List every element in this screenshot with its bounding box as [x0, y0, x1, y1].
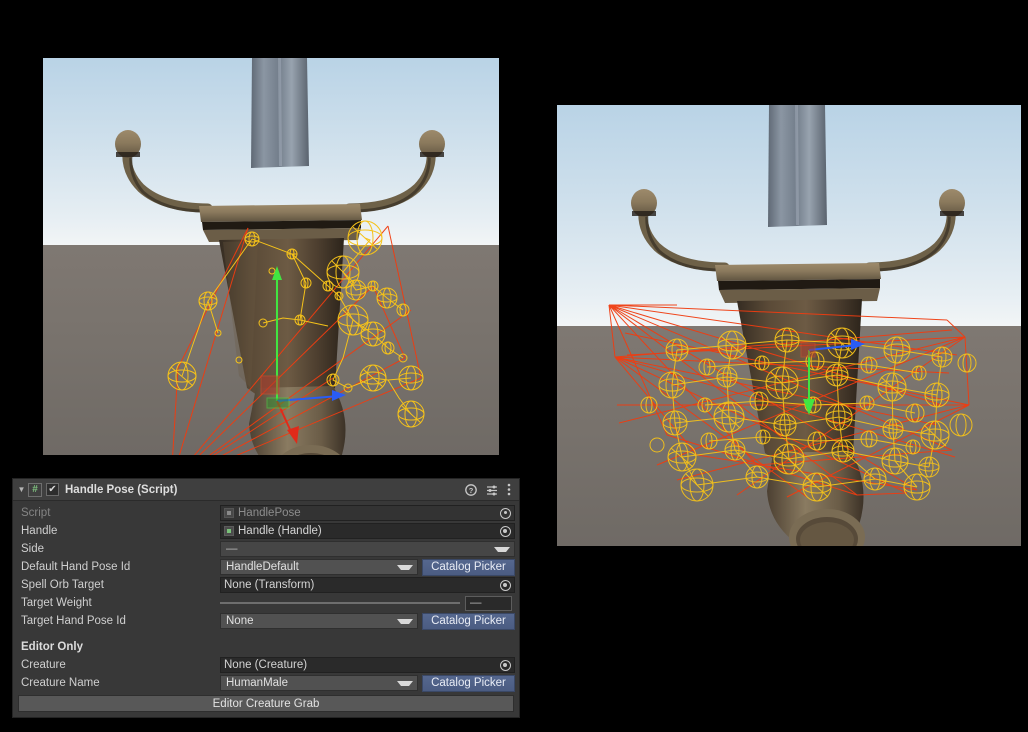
row-label: Handle [21, 525, 58, 537]
dropdown-creature-name[interactable]: HumanMale [220, 675, 418, 691]
row-label: Target Hand Pose Id [21, 615, 126, 627]
inspector-panel: ▼ # ✔ Handle Pose (Script) ? Script Hand… [12, 478, 520, 718]
field-row-target-hand-pose-id: Target Hand Pose Id None Catalog Picker [13, 612, 519, 630]
object-field-handle[interactable]: Handle (Handle) [220, 523, 515, 539]
scene-view-left[interactable] [43, 58, 499, 455]
section-header-editor-only: Editor Only [13, 638, 519, 656]
object-field-value: HandlePose [238, 507, 301, 519]
chevron-down-icon [397, 680, 413, 686]
row-label: Default Hand Pose Id [21, 561, 131, 573]
chevron-down-icon [397, 618, 413, 624]
row-label: Target Weight [21, 597, 92, 609]
catalog-picker-button-creature-name[interactable]: Catalog Picker [422, 674, 515, 692]
object-field-value: None (Transform) [224, 579, 315, 591]
component-title: Handle Pose (Script) [65, 483, 178, 496]
screenshot-root: ▼ # ✔ Handle Pose (Script) ? Script Hand… [0, 0, 1028, 732]
field-row-spell-orb-target: Spell Orb Target None (Transform) [13, 576, 519, 594]
row-label: Spell Orb Target [21, 579, 104, 591]
script-component-icon: # [28, 482, 42, 497]
dropdown-default-hand-pose-id[interactable]: HandleDefault [220, 559, 418, 575]
help-icon[interactable]: ? [465, 483, 477, 496]
field-row-creature-name: Creature Name HumanMale Catalog Picker [13, 674, 519, 692]
editor-creature-grab-button[interactable]: Editor Creature Grab [18, 695, 514, 712]
scene-left-geometry [115, 58, 445, 455]
scene-right-geometry [608, 105, 977, 546]
field-row-side: Side — [13, 540, 519, 558]
dropdown-value: HandleDefault [226, 561, 299, 573]
dropdown-value: HumanMale [226, 677, 288, 689]
field-row-default-hand-pose-id: Default Hand Pose Id HandleDefault Catal… [13, 558, 519, 576]
catalog-picker-button-target-hand-pose[interactable]: Catalog Picker [422, 612, 515, 630]
dropdown-target-hand-pose-id[interactable]: None [220, 613, 418, 629]
row-label: Side [21, 543, 45, 555]
object-field-value: None (Creature) [224, 659, 308, 671]
object-picker-icon[interactable] [500, 579, 511, 591]
object-picker-icon[interactable] [500, 525, 511, 537]
slider-track[interactable] [220, 602, 460, 604]
row-label: Creature [21, 659, 66, 671]
object-picker-icon[interactable] [500, 507, 511, 519]
object-field-value: Handle (Handle) [238, 525, 322, 537]
field-row-creature: Creature None (Creature) [13, 656, 519, 674]
object-field-spell-orb-target[interactable]: None (Transform) [220, 577, 515, 593]
dropdown-value: None [226, 615, 254, 627]
svg-text:?: ? [469, 486, 474, 495]
foldout-arrow-icon[interactable]: ▼ [15, 485, 28, 494]
preset-icon[interactable] [486, 484, 498, 496]
row-label: Creature Name [21, 677, 100, 689]
chevron-down-icon [494, 546, 510, 552]
slider-value-field[interactable]: — [465, 595, 512, 611]
component-enabled-checkbox[interactable]: ✔ [46, 483, 59, 496]
header-icon-group: ? [465, 483, 515, 496]
kebab-menu-icon[interactable] [507, 483, 511, 496]
field-row-target-weight: Target Weight — [13, 594, 519, 612]
row-label: Script [21, 507, 51, 519]
section-title: Editor Only [21, 641, 83, 653]
chevron-down-icon [397, 564, 413, 570]
inspector-fields: Script HandlePose Handle Handle (Handle) [13, 501, 519, 717]
component-header[interactable]: ▼ # ✔ Handle Pose (Script) ? [13, 479, 519, 501]
object-picker-icon[interactable] [500, 659, 511, 671]
scene-view-right[interactable] [557, 105, 1021, 546]
slider-value: — [470, 597, 481, 609]
script-asset-icon [224, 508, 234, 518]
object-field-script[interactable]: HandlePose [220, 505, 515, 521]
dropdown-side[interactable]: — [220, 541, 515, 557]
catalog-picker-button-default-hand-pose[interactable]: Catalog Picker [422, 558, 515, 576]
dropdown-value: — [226, 543, 238, 555]
slider-target-weight[interactable]: — [220, 595, 515, 611]
object-field-creature[interactable]: None (Creature) [220, 657, 515, 673]
prefab-asset-icon [224, 526, 234, 536]
field-row-script: Script HandlePose [13, 504, 519, 522]
field-row-handle: Handle Handle (Handle) [13, 522, 519, 540]
